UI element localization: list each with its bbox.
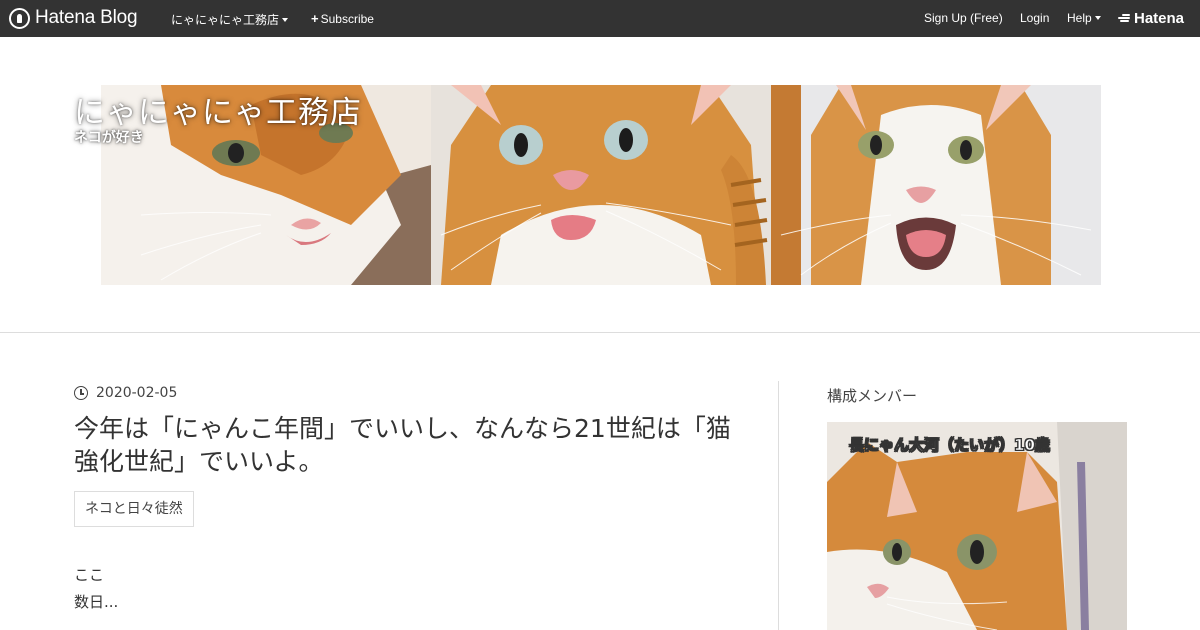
entry-body-line: 数日... [74,593,119,611]
caret-down-icon [282,18,289,22]
caret-down-icon [1094,16,1101,20]
cat-photo-3 [771,85,1101,285]
help-dropdown[interactable]: Help [1067,11,1101,25]
blog-header: にゃにゃにゃ工務店 ネコが好き [0,37,1200,333]
hatena-logo-text: Hatena [1134,9,1185,27]
member-image-caption: 長にゃん大河（たいが）10歳 [849,436,1050,455]
subscribe-button[interactable]: + Subscribe [311,11,374,26]
blog-menu-dropdown[interactable]: にゃにゃにゃ工務店 [171,11,289,28]
entry-body: ここ 数日... [74,562,118,616]
logo-text: Hatena Blog [35,7,138,28]
clock-icon [74,386,88,400]
hatena-logo[interactable]: Hatena [1118,9,1185,27]
sidebar-module-title: 構成メンバー [827,387,918,405]
blog-description: ネコが好き [74,130,144,146]
sidebar-member-image[interactable]: 長にゃん大河（たいが）10歳 [827,422,1127,630]
login-link[interactable]: Login [1020,11,1049,25]
hatena-mark-icon [1118,13,1131,23]
entry-date-text: 2020-02-05 [96,385,178,401]
category-tag[interactable]: ネコと日々徒然 [74,491,194,527]
blog-title[interactable]: にゃにゃにゃ工務店 [74,87,362,132]
cat-photo-2 [431,85,771,285]
help-label: Help [1067,11,1092,25]
plus-icon: + [311,11,319,26]
entry-title[interactable]: 今年は「にゃんこ年間」でいいし、なんなら21世紀は「猫強化世紀」でいいよ。 [74,412,734,478]
entry-body-line: ここ [74,566,105,584]
content-sidebar-divider [778,381,779,630]
blog-menu-label: にゃにゃにゃ工務店 [171,13,280,27]
subscribe-label: Subscribe [320,12,374,26]
hatena-blog-logo-icon [9,7,30,29]
entry-date[interactable]: 2020-02-05 [74,385,177,401]
hatena-topbar: Hatena Blog にゃにゃにゃ工務店 + Subscribe Sign Up… [0,0,1200,37]
signup-link[interactable]: Sign Up (Free) [924,11,1003,25]
hatena-blog-logo[interactable]: Hatena Blog [9,7,138,29]
